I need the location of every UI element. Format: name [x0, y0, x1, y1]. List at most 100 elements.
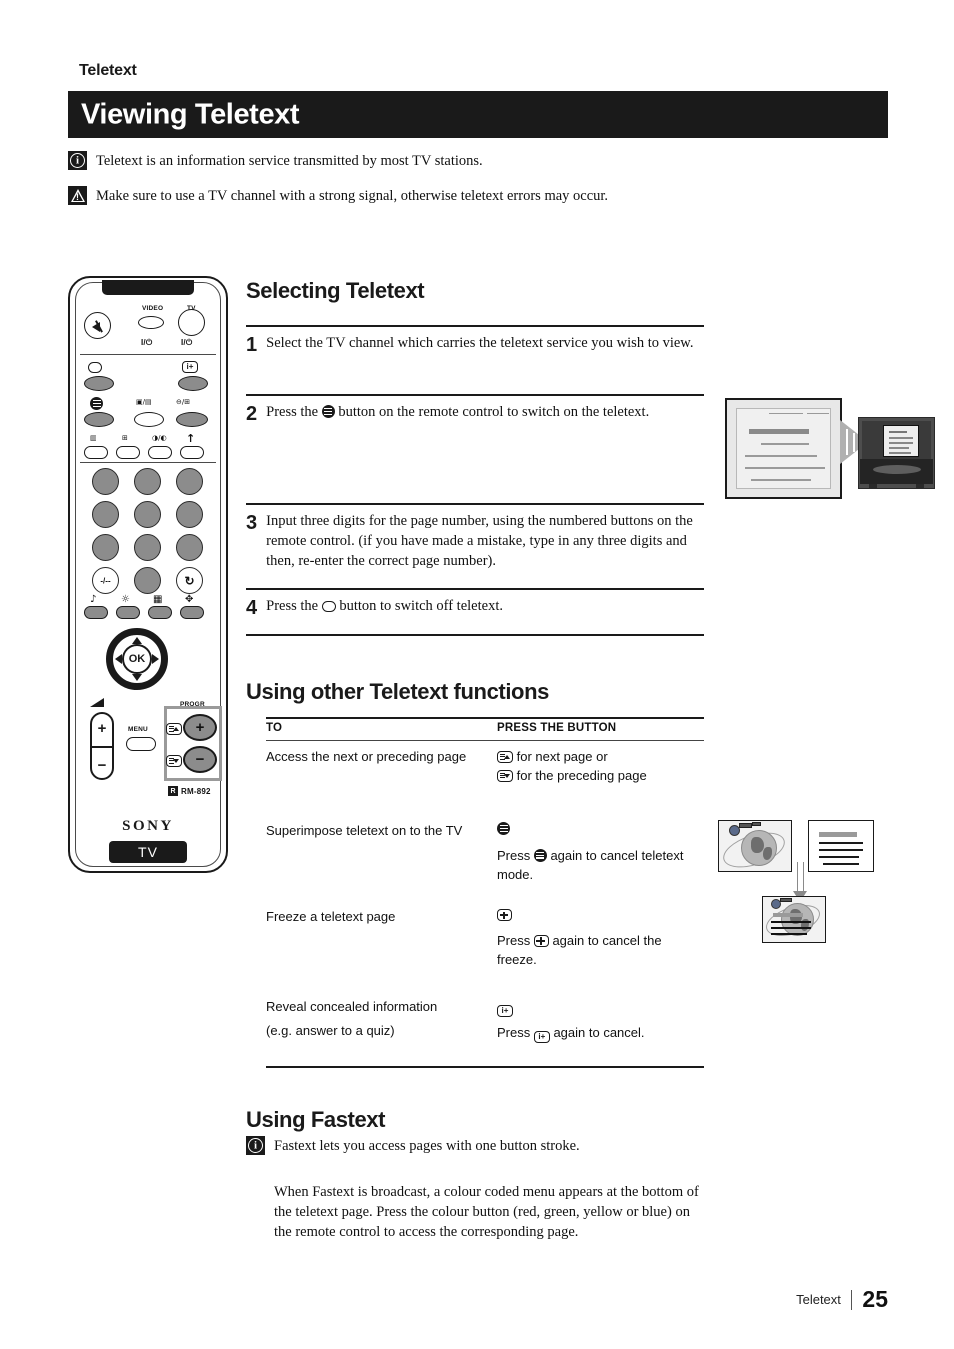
warning-note: ! Make sure to use a TV channel with a s… [68, 186, 608, 207]
mode-badge: TV [109, 841, 187, 863]
info-note-text: Teletext is an information service trans… [96, 153, 483, 169]
teletext-off-button-icon [88, 362, 102, 373]
warning-icon: ! [68, 186, 87, 205]
tv-power-button[interactable] [178, 309, 205, 336]
table-row-3-label: Freeze a teletext page [266, 909, 396, 924]
page-title-bar: Viewing Teletext [68, 91, 888, 138]
remote-control-illustration: VIDEO TV I/⏻ I/⏻ i+ ▣/▤ ⊖/⊞ ▥ ⊞ ◑/◐ ↑ -/… [68, 276, 228, 873]
size-button[interactable] [148, 446, 172, 459]
info-icon: i [68, 151, 87, 170]
model-number: RM-892 [181, 786, 211, 796]
teletext-off-button[interactable] [84, 376, 114, 391]
nav-up-icon[interactable] [132, 637, 142, 644]
page-down-line: for the preceding page [497, 767, 707, 786]
reveal-cancel-text: again to cancel. [549, 1025, 645, 1040]
info-note: i Teletext is an information service tra… [68, 151, 483, 172]
step-3-text: Input three digits for the page number, … [266, 513, 693, 569]
input-select-button[interactable] [176, 412, 208, 427]
reveal-button[interactable] [178, 376, 208, 391]
size-icon: ◑/◐ [152, 434, 167, 442]
volume-up-label: + [97, 720, 107, 737]
teletext-page-graphic-2 [808, 820, 874, 872]
table-row-1-label: Access the next or preceding page [266, 749, 467, 764]
keypad-button-zero[interactable] [134, 567, 161, 594]
divider [246, 503, 704, 505]
table-row-4-label: Reveal concealed information [266, 999, 438, 1014]
tv-set-graphic [858, 417, 935, 489]
keypad-button[interactable] [134, 534, 161, 561]
freeze-icon [497, 909, 512, 921]
table-header-to: TO [266, 722, 283, 734]
picture-mode-icon: ▣/▤ [136, 398, 152, 406]
nav-down-icon[interactable] [132, 674, 142, 681]
progr-label: PROGR [180, 701, 205, 708]
page-footer: Teletext 25 [796, 1286, 888, 1313]
up-arrow-icon: ↑ [186, 432, 196, 445]
picture-mode-button[interactable] [134, 412, 164, 427]
progr-up-button[interactable]: + [183, 714, 217, 741]
step-2-text: Press the button on the remote control t… [266, 403, 649, 424]
keypad-button[interactable] [176, 534, 203, 561]
step-2-text-after: button on the remote control to switch o… [334, 404, 650, 420]
reveal-button-icon: i+ [182, 361, 198, 373]
table-row-4-label-line2: (e.g. answer to a quiz) [266, 1023, 395, 1038]
menu-label: MENU [128, 726, 148, 733]
brand-logo: SONY [122, 818, 174, 834]
page-down-text: for the preceding page [513, 767, 647, 783]
teletext-button-icon [90, 397, 103, 410]
keypad-button[interactable] [92, 501, 119, 528]
table-row-3-actions: Press again to cancel the freeze. [497, 906, 702, 970]
dash-button[interactable]: -/-- [92, 567, 119, 594]
divider [246, 588, 704, 590]
page-up-line: for next page or [497, 748, 707, 767]
brightness-icon: ☼ [121, 594, 130, 605]
step-1-number: 1 [246, 334, 258, 356]
page-title: Viewing Teletext [81, 98, 300, 130]
keypad-button[interactable] [176, 468, 203, 495]
keypad-button[interactable] [134, 468, 161, 495]
ok-button[interactable]: OK [122, 644, 152, 674]
settings-button[interactable] [180, 606, 204, 619]
keypad-button[interactable] [134, 501, 161, 528]
menu-button[interactable] [126, 737, 156, 751]
reveal-press-text: Press [497, 1025, 534, 1040]
teletext-page-graphic [725, 398, 842, 499]
remote-label-video: VIDEO [142, 305, 164, 312]
nav-right-icon[interactable] [152, 654, 159, 664]
step-2: 2 Press the button on the remote control… [246, 403, 708, 424]
feature-button[interactable] [148, 606, 172, 619]
remote-ir-window [102, 280, 194, 295]
reveal-cancel-line: Press i+ again to cancel. [497, 1024, 702, 1043]
keypad-button[interactable] [92, 534, 119, 561]
freeze-cancel-line: Press again to cancel the freeze. [497, 932, 702, 970]
recall-button-label: ↻ [184, 573, 195, 588]
page-up-icon [497, 751, 513, 763]
superimpose-icon-line [497, 820, 702, 839]
progr-down-button[interactable]: − [183, 746, 217, 773]
sound-button[interactable] [84, 606, 108, 619]
table-header-button: PRESS THE BUTTON [497, 722, 617, 734]
keypad-button[interactable] [176, 501, 203, 528]
up-arrow-button[interactable] [180, 446, 204, 459]
registered-mark: R [168, 786, 178, 796]
mute-button[interactable] [84, 312, 111, 339]
keypad-button[interactable] [92, 468, 119, 495]
volume-rocker[interactable]: + − [90, 712, 114, 780]
index-button[interactable] [84, 446, 108, 459]
teletext-icon [321, 405, 335, 418]
nav-left-icon[interactable] [115, 654, 122, 664]
hold-button[interactable] [116, 446, 140, 459]
page-up-remote-icon [166, 723, 182, 735]
freeze-icon-line [497, 906, 702, 925]
step-3: 3 Input three digits for the page number… [246, 512, 708, 572]
divider [246, 394, 704, 396]
step-4: 4 Press the button to switch off teletex… [246, 597, 708, 618]
teletext-button[interactable] [84, 412, 114, 427]
recall-button[interactable]: ↻ [176, 567, 203, 594]
navigation-pad[interactable]: OK [106, 628, 168, 690]
video-power-button[interactable] [138, 316, 164, 329]
video-power-symbol: I/⏻ [141, 338, 153, 347]
brightness-button[interactable] [116, 606, 140, 619]
sound-icon: ♪ [90, 594, 97, 605]
index-icon: ▥ [90, 434, 97, 442]
